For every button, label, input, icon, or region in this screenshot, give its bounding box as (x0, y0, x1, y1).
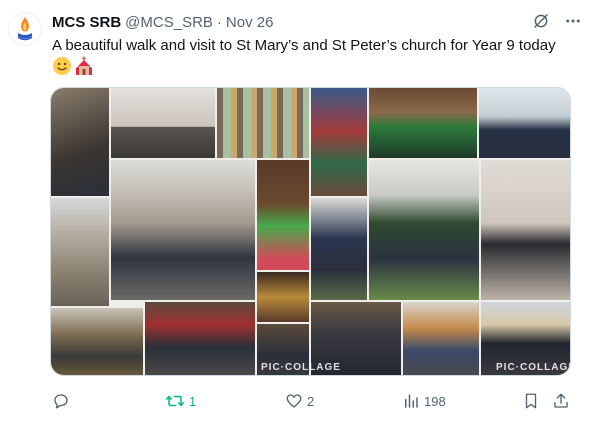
retweet-button[interactable]: 1 (165, 392, 196, 410)
analytics-icon (405, 394, 418, 408)
collage-photo-student-standing (311, 198, 367, 300)
like-count: 2 (307, 393, 315, 409)
author-name[interactable]: MCS SRB (52, 14, 121, 31)
watermark-left: PIC·COLLAGE (261, 362, 341, 373)
retweet-icon (166, 395, 184, 407)
share-icon (554, 393, 568, 408)
more-options-icon[interactable] (564, 12, 582, 30)
tweet-text: A beautiful walk and visit to St Mary’s … (52, 37, 556, 54)
collage-photo-yew-tree-group (369, 160, 479, 300)
collage-photo-students-wall (481, 160, 570, 300)
retweet-count: 1 (189, 393, 197, 409)
grok-icon[interactable] (532, 12, 550, 30)
tweet-header: MCS SRB @MCS_SRB · Nov 26 (52, 12, 273, 32)
collage-photo-altar (369, 88, 477, 158)
views-button[interactable]: 198 (402, 392, 446, 410)
collage-photo-student-font (111, 88, 215, 158)
avatar[interactable] (8, 12, 42, 46)
collage-photo-red-door (145, 302, 255, 375)
bookmark-button[interactable] (522, 392, 540, 410)
header-icons (532, 12, 582, 30)
reply-icon (54, 394, 68, 409)
collage-photo-lectern-flowers (257, 160, 309, 270)
collage-photo-altar-gold (257, 272, 309, 322)
collage-photo-stained-glass-right (311, 88, 367, 196)
separator-dot: · (216, 13, 222, 31)
collage-photo-church-exterior-group (111, 160, 255, 300)
emoji-row (52, 56, 94, 76)
tweet-card: MCS SRB @MCS_SRB · Nov 26 A beautiful wa… (0, 0, 600, 422)
collage-photo-student-organ (403, 302, 479, 375)
bookmark-icon (525, 393, 537, 409)
collage-photo-stained-glass-left (217, 88, 309, 158)
slightly-smiling-face-emoji (53, 57, 71, 75)
like-button[interactable]: 2 (285, 392, 314, 410)
school-logo-icon (17, 17, 33, 41)
collage-photo-group-outside (479, 88, 570, 158)
reply-button[interactable] (52, 392, 74, 410)
tweet-date[interactable]: Nov 26 (226, 14, 274, 31)
share-button[interactable] (552, 392, 570, 410)
watermark-right: PIC·COLLAGE (496, 362, 571, 373)
views-count: 198 (424, 393, 446, 409)
author-handle[interactable]: @MCS_SRB (125, 14, 213, 31)
heart-icon (286, 394, 302, 408)
collage-photo-church-tower (51, 198, 109, 306)
collage-photo-font-gold (51, 308, 143, 375)
church-emoji (76, 56, 92, 75)
collage-photo-students-doorway (51, 88, 109, 196)
action-bar: 1 2 198 (50, 392, 575, 412)
photo-collage[interactable]: PIC·COLLAGE PIC·COLLAGE (50, 87, 571, 376)
